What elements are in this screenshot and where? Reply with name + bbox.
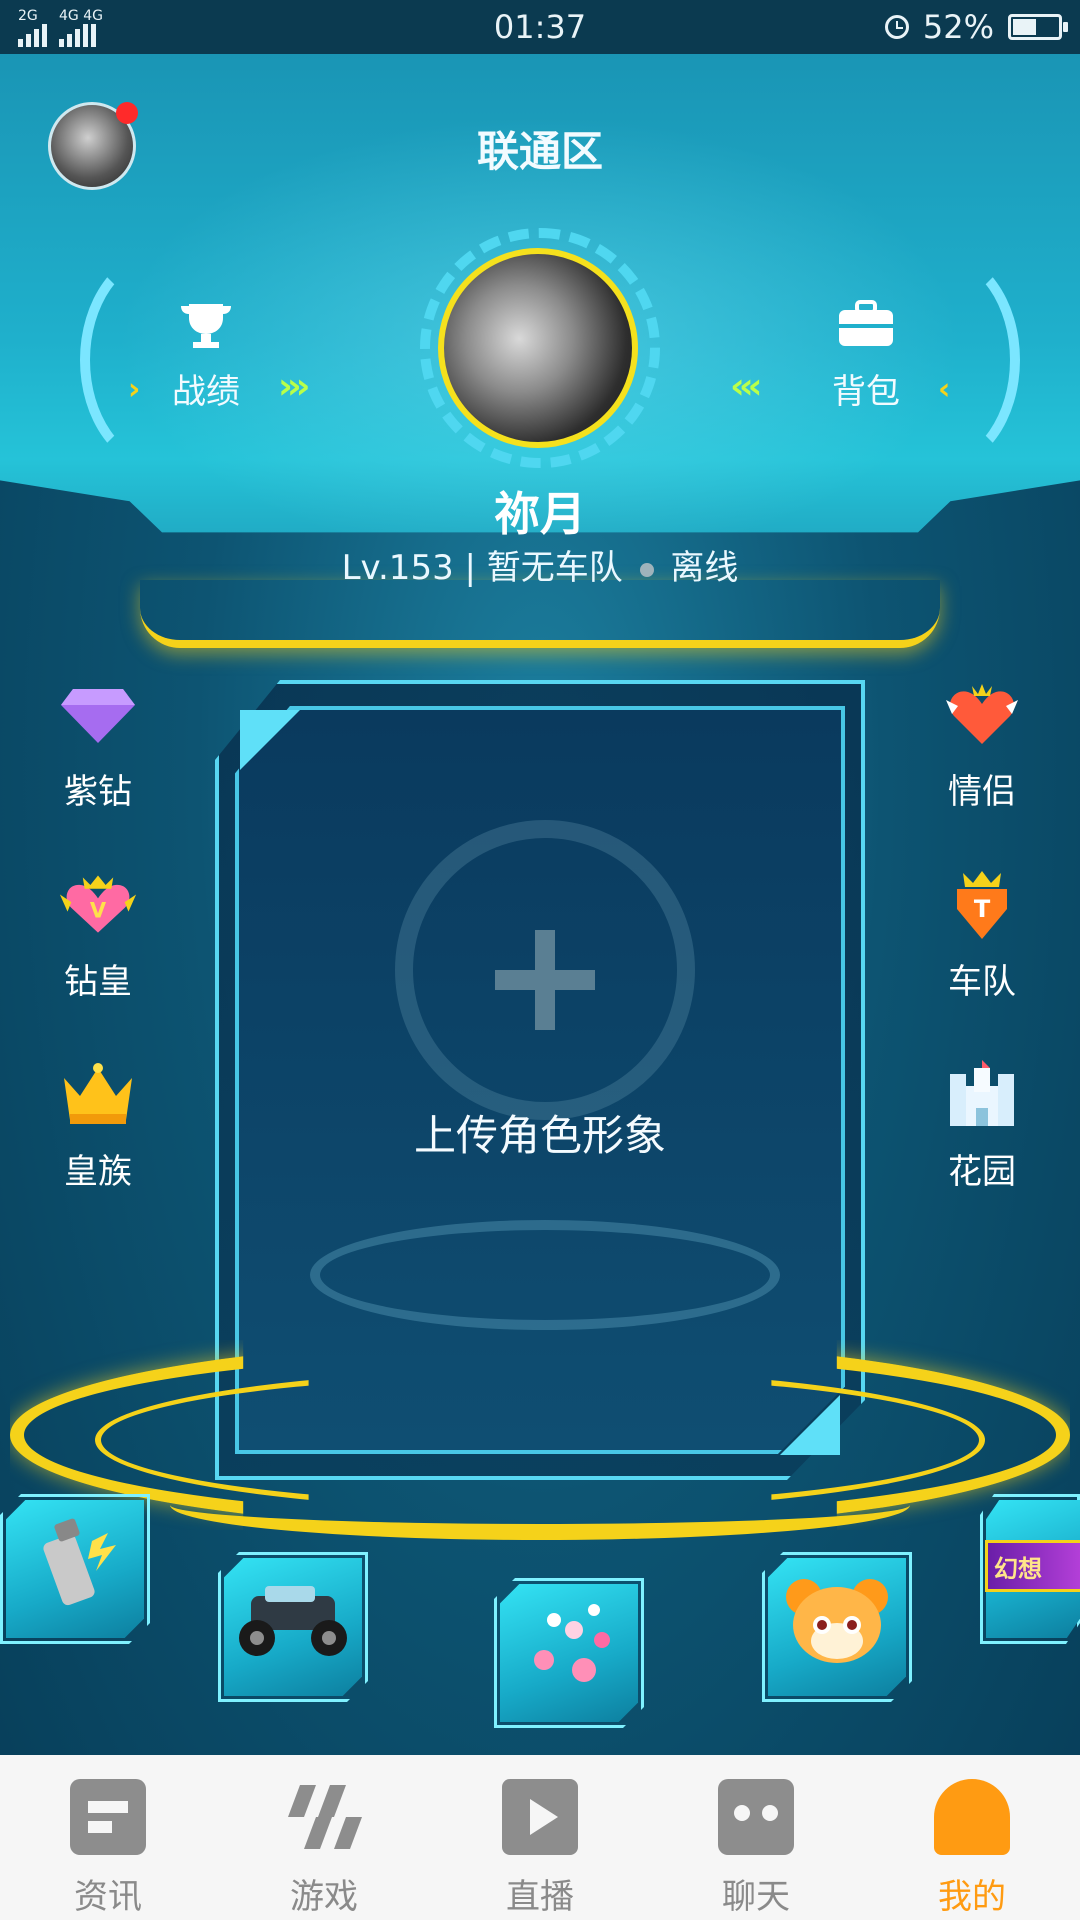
profile-cap-icon <box>934 1779 1010 1855</box>
purple-diamond-icon <box>58 680 138 750</box>
profile-avatar[interactable] <box>438 248 638 448</box>
backpack-icon <box>839 300 893 346</box>
menu-couple[interactable]: 情侣 <box>912 680 1052 813</box>
tab-news[interactable]: 资讯 <box>0 1755 216 1918</box>
chat-eye <box>762 1805 778 1821</box>
diamond-king-icon: V <box>58 870 138 940</box>
live-play-icon <box>502 1779 578 1855</box>
team-status[interactable]: 暂无车队 <box>487 548 623 588</box>
online-status: 离线 <box>670 548 739 588</box>
tab-label: 直播 <box>506 1877 574 1917</box>
battery-icon <box>1008 14 1068 40</box>
tab-profile[interactable]: 我的 <box>864 1755 1080 1918</box>
platform-ring-decoration <box>310 1220 780 1330</box>
chevron-left-icon: ‹‹‹ <box>730 366 762 407</box>
upload-avatar-label[interactable]: 上传角色形象 <box>0 1102 1080 1163</box>
battery-fill <box>1013 19 1036 35</box>
level: Lv.153 <box>341 548 454 588</box>
chat-icon <box>718 1779 794 1855</box>
kart-car-icon <box>231 1576 355 1679</box>
chevron-left-icon: ‹ <box>938 372 951 407</box>
plus-icon[interactable] <box>495 930 595 1030</box>
offline-dot-icon <box>639 562 654 577</box>
menu-label: 钻皇 <box>64 962 132 1002</box>
status-bar: 2G 4G 4G 01:37 52% <box>0 0 1080 54</box>
stage-ring-front <box>170 1470 910 1540</box>
clock: 01:37 <box>493 8 587 46</box>
svg-text:T: T <box>974 895 991 923</box>
backpack-label: 背包 <box>832 372 900 412</box>
couple-heart-icon <box>942 680 1022 750</box>
server-title[interactable]: 联通区 <box>0 118 1080 179</box>
menu-label: 紫钻 <box>64 772 132 812</box>
tab-chat[interactable]: 聊天 <box>648 1755 864 1918</box>
item-slot-car[interactable] <box>224 1558 362 1696</box>
menu-team[interactable]: T 车队 <box>912 870 1052 1003</box>
fantasy-badge: 幻想 <box>985 1540 1080 1592</box>
chevron-right-icon: ››› <box>278 366 310 407</box>
news-icon-line <box>88 1801 128 1813</box>
tab-game[interactable]: 游戏 <box>216 1755 432 1918</box>
tab-label: 游戏 <box>290 1877 358 1917</box>
menu-label: 车队 <box>948 962 1016 1002</box>
tab-live[interactable]: 直播 <box>432 1755 648 1918</box>
trophy-icon <box>181 304 231 348</box>
item-slot-effect[interactable] <box>500 1584 638 1722</box>
corner-accent <box>240 710 300 770</box>
svg-text:V: V <box>90 898 107 922</box>
nickname: 祢月 <box>494 487 586 541</box>
backpack-button[interactable]: 背包 <box>832 300 900 413</box>
record-button[interactable]: 战绩 <box>172 300 240 413</box>
item-slot-spray[interactable] <box>6 1500 144 1638</box>
tab-label: 资讯 <box>74 1877 142 1917</box>
separator: | <box>464 548 487 588</box>
alarm-icon <box>884 15 909 39</box>
fantasy-label: 幻想 <box>994 1554 1042 1583</box>
play-triangle <box>530 1799 558 1835</box>
chevron-right-icon: › <box>128 372 141 407</box>
tab-label: 我的 <box>938 1877 1006 1917</box>
item-slot-pet[interactable] <box>768 1558 906 1696</box>
menu-purple-diamond[interactable]: 紫钻 <box>28 680 168 813</box>
game-icon <box>286 1779 362 1855</box>
menu-label: 情侣 <box>948 772 1016 812</box>
spray-can-icon <box>30 1511 120 1628</box>
chat-eye <box>734 1805 750 1821</box>
profile-status-line: Lv.153 | 暂无车队 离线 <box>0 540 1080 589</box>
team-shield-icon: T <box>942 870 1022 940</box>
record-label: 战绩 <box>172 372 240 412</box>
bottom-navigation: 资讯 游戏 直播 聊天 我的 <box>0 1755 1080 1920</box>
music-note-effect-icon <box>514 1590 624 1717</box>
hamster-pet-icon <box>782 1569 892 1686</box>
header-rim <box>140 580 940 648</box>
menu-diamond-king[interactable]: V 钻皇 <box>28 870 168 1003</box>
news-icon <box>70 1779 146 1855</box>
news-icon-line <box>88 1821 112 1833</box>
tab-label: 聊天 <box>722 1877 790 1917</box>
